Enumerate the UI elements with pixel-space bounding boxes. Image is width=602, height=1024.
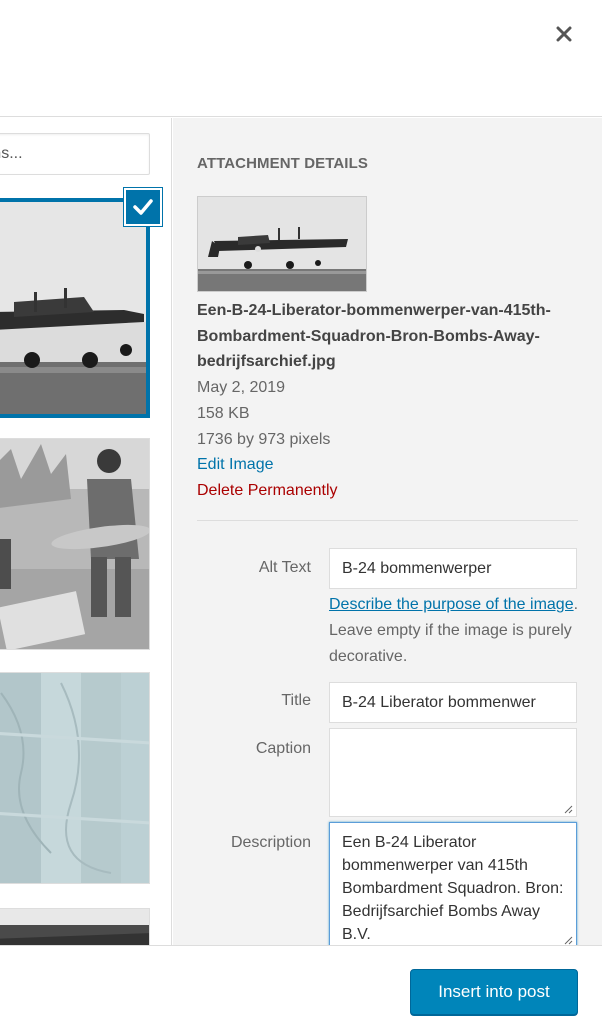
description-label: Description [230,834,311,851]
attachment-info: Een-B-24-Liberator-bommenwerper-van-415t… [197,298,577,504]
insert-into-post-button[interactable]: Insert into post [410,969,578,1015]
modal-header [0,0,602,117]
dark-image [0,909,149,945]
media-library-grid [0,118,172,945]
alt-text-field[interactable]: B-24 bommenwerper [329,548,577,589]
caption-label: Caption [255,740,311,757]
map-image [0,673,149,883]
caption-field[interactable] [329,728,577,817]
details-heading: ATTACHMENT DETAILS [197,155,368,172]
title-label: Title [281,692,311,709]
title-field[interactable]: B-24 Liberator bommenwer [329,682,577,723]
bomber-preview-image [198,197,366,291]
alt-text-label: Alt Text [258,559,311,576]
close-button[interactable] [548,18,580,50]
upload-date: May 2, 2019 [197,379,286,397]
resize-grip-icon[interactable] [563,935,573,945]
checkmark-icon [133,199,153,215]
attachment-details-panel: ATTACHMENT DETAILS Een-B-24-Liberator-bo… [173,118,602,945]
divider [197,520,578,521]
edit-image-link[interactable]: Edit Image [197,452,577,478]
description-field[interactable]: Een B-24 Liberator bommenwerper van 415t… [329,822,577,945]
bomber-image [0,202,146,414]
soldier-image [0,439,149,649]
attachment-thumbnail[interactable] [0,672,150,884]
attachment-preview [197,196,367,292]
close-icon [556,26,572,42]
delete-permanently-link[interactable]: Delete Permanently [197,478,577,504]
modal-toolbar: Insert into post [0,945,602,1024]
alt-text-help: Describe the purpose of the image. Leave… [329,592,579,670]
attachment-thumbnail-selected[interactable] [0,198,150,418]
search-media-input[interactable] [0,133,150,175]
image-dimensions: 1736 by 973 pixels [197,430,331,448]
resize-grip-icon[interactable] [563,804,573,814]
file-name: Een-B-24-Liberator-bommenwerper-van-415t… [197,302,551,371]
attachment-thumbnail[interactable] [0,908,150,945]
file-size: 158 KB [197,404,250,422]
attachment-thumbnail[interactable] [0,438,150,650]
describe-purpose-link[interactable]: Describe the purpose of the image [329,596,574,613]
selected-check-badge[interactable] [123,187,163,227]
